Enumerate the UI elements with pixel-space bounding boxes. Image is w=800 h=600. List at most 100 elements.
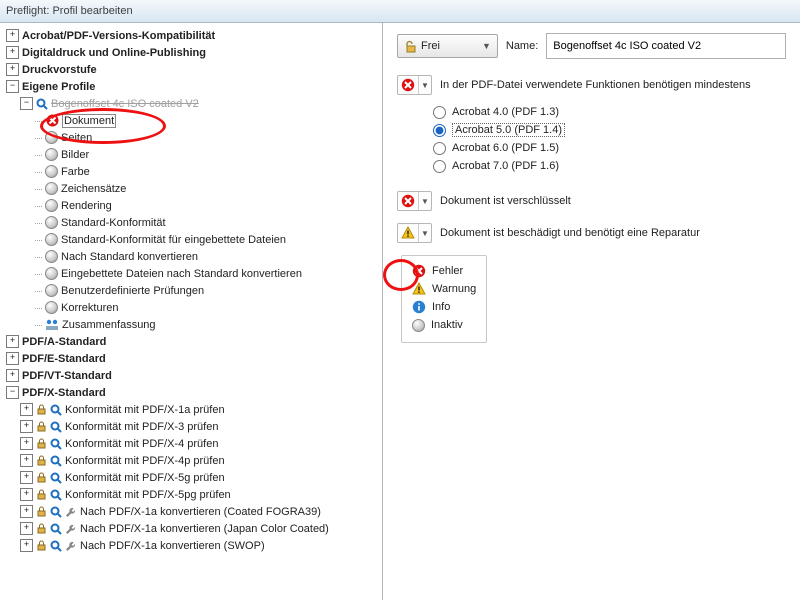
lock-label: Frei (421, 40, 440, 52)
severity-selector[interactable]: ▼ (397, 75, 432, 95)
error-icon (401, 78, 415, 92)
bullet-icon (45, 233, 58, 246)
tree-item[interactable]: Seiten (61, 132, 92, 144)
bullet-icon (45, 131, 58, 144)
tree-item[interactable]: Standard-Konformität (61, 217, 166, 229)
severity-selector[interactable]: ▼ (397, 191, 432, 211)
expand-icon[interactable]: + (20, 522, 33, 535)
tree-group[interactable]: Eigene Profile (22, 81, 95, 93)
name-label: Name: (506, 40, 538, 52)
tree-item[interactable]: Korrekturen (61, 302, 118, 314)
legend-warning[interactable]: Warnung (432, 283, 476, 295)
expand-icon[interactable]: + (20, 437, 33, 450)
tree-group[interactable]: Druckvorstufe (22, 64, 97, 76)
warning-icon (412, 282, 426, 296)
tree-group[interactable]: Acrobat/PDF-Versions-Kompatibilität (22, 30, 215, 42)
tree-group[interactable]: PDF/VT-Standard (22, 370, 112, 382)
magnifier-icon (50, 438, 62, 450)
wrench-icon (65, 540, 77, 552)
tree-item[interactable]: Nach PDF/X-1a konvertieren (Coated FOGRA… (80, 506, 321, 518)
summary-icon (45, 319, 59, 331)
tree-item[interactable]: Benutzerdefinierte Prüfungen (61, 285, 204, 297)
wrench-icon (65, 506, 77, 518)
error-icon (412, 264, 426, 278)
lock-icon (36, 489, 47, 500)
bullet-icon (45, 148, 58, 161)
tree-item[interactable]: Konformität mit PDF/X-4p prüfen (65, 455, 225, 467)
tree-group[interactable]: PDF/X-Standard (22, 387, 106, 399)
tree-item[interactable]: Standard-Konformität für eingebettete Da… (61, 234, 286, 246)
legend-info[interactable]: Info (432, 301, 450, 313)
tree-item[interactable]: Nach PDF/X-1a konvertieren (Japan Color … (80, 523, 329, 535)
legend-error[interactable]: Fehler (432, 265, 463, 277)
expand-icon[interactable]: + (20, 454, 33, 467)
detail-pane: Frei ▼ Name: ▼ In der PDF-Datei verwende… (383, 23, 800, 600)
bullet-icon (45, 301, 58, 314)
legend-inactive[interactable]: Inaktiv (431, 319, 463, 331)
chevron-down-icon: ▼ (419, 229, 431, 238)
tree-group[interactable]: PDF/E-Standard (22, 353, 106, 365)
tree-item[interactable]: Konformität mit PDF/X-4 prüfen (65, 438, 218, 450)
content-area: +Acrobat/PDF-Versions-Kompatibilität +Di… (0, 23, 800, 600)
lock-dropdown[interactable]: Frei ▼ (397, 34, 498, 58)
lock-icon (36, 506, 47, 517)
magnifier-icon (36, 98, 48, 110)
expand-icon[interactable]: + (20, 488, 33, 501)
severity-selector[interactable]: ▼ (397, 223, 432, 243)
radio-acrobat7[interactable]: Acrobat 7.0 (PDF 1.6) (433, 157, 786, 175)
bullet-icon (45, 267, 58, 280)
tree-item[interactable]: Farbe (61, 166, 90, 178)
magnifier-icon (50, 540, 62, 552)
expand-icon[interactable]: + (20, 420, 33, 433)
tree-item[interactable]: Konformität mit PDF/X-5pg prüfen (65, 489, 231, 501)
unlock-icon (404, 40, 417, 53)
wrench-icon (65, 523, 77, 535)
magnifier-icon (50, 421, 62, 433)
lock-icon (36, 523, 47, 534)
expand-icon[interactable]: + (6, 46, 19, 59)
expand-icon[interactable]: + (20, 403, 33, 416)
tree-item[interactable]: Nach Standard konvertieren (61, 251, 198, 263)
tree-item[interactable]: Bilder (61, 149, 89, 161)
magnifier-icon (50, 506, 62, 518)
expand-icon[interactable]: + (20, 471, 33, 484)
section-label: Dokument ist beschädigt und benötigt ein… (440, 227, 700, 239)
tree-item[interactable]: Eingebettete Dateien nach Standard konve… (61, 268, 302, 280)
tree-item[interactable]: Konformität mit PDF/X-5g prüfen (65, 472, 225, 484)
severity-legend: Fehler Warnung Info Inaktiv (401, 255, 487, 343)
section-label: Dokument ist verschlüsselt (440, 195, 571, 207)
magnifier-icon (50, 404, 62, 416)
expand-icon[interactable]: + (6, 369, 19, 382)
expand-icon[interactable]: + (6, 335, 19, 348)
collapse-icon[interactable]: − (20, 97, 33, 110)
tree-item-dokument[interactable]: Dokument (62, 114, 116, 128)
bullet-icon (45, 250, 58, 263)
expand-icon[interactable]: + (6, 352, 19, 365)
expand-icon[interactable]: + (6, 29, 19, 42)
expand-icon[interactable]: + (20, 539, 33, 552)
error-icon (45, 114, 59, 128)
tree-item[interactable]: Konformität mit PDF/X-3 prüfen (65, 421, 218, 433)
expand-icon[interactable]: + (6, 63, 19, 76)
lock-icon (36, 540, 47, 551)
radio-acrobat6[interactable]: Acrobat 6.0 (PDF 1.5) (433, 139, 786, 157)
lock-icon (36, 455, 47, 466)
collapse-icon[interactable]: − (6, 80, 19, 93)
tree-group[interactable]: Digitaldruck und Online-Publishing (22, 47, 206, 59)
tree-profile[interactable]: Bogenoffset 4c ISO coated V2 (51, 98, 199, 110)
tree-item[interactable]: Rendering (61, 200, 112, 212)
name-input[interactable] (546, 33, 786, 59)
collapse-icon[interactable]: − (6, 386, 19, 399)
tree-item[interactable]: Zusammenfassung (62, 319, 156, 331)
radio-acrobat5[interactable]: Acrobat 5.0 (PDF 1.4) (433, 121, 786, 139)
chevron-down-icon: ▼ (419, 197, 431, 206)
tree-group[interactable]: PDF/A-Standard (22, 336, 106, 348)
tree-item[interactable]: Nach PDF/X-1a konvertieren (SWOP) (80, 540, 265, 552)
magnifier-icon (50, 523, 62, 535)
profile-tree[interactable]: +Acrobat/PDF-Versions-Kompatibilität +Di… (0, 23, 383, 600)
error-icon (401, 194, 415, 208)
tree-item[interactable]: Zeichensätze (61, 183, 126, 195)
tree-item[interactable]: Konformität mit PDF/X-1a prüfen (65, 404, 225, 416)
radio-acrobat4[interactable]: Acrobat 4.0 (PDF 1.3) (433, 103, 786, 121)
expand-icon[interactable]: + (20, 505, 33, 518)
